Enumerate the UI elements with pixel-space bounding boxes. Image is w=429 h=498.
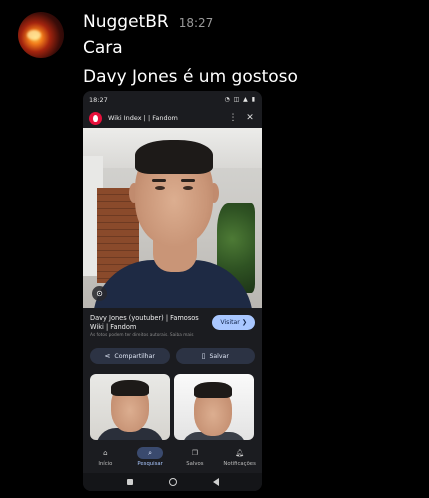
- nav-item-notifications[interactable]: 🔔︎ Notificações: [220, 447, 260, 467]
- nav-item-search[interactable]: ⌕ Pesquisar: [130, 447, 170, 467]
- copyright-note: As fotos podem ter direitos autorais. Sa…: [90, 333, 194, 338]
- browser-top-bar: Wiki Index | | Fandom ⋮ ✕: [83, 108, 262, 128]
- related-image-thumbnail[interactable]: [90, 374, 170, 440]
- nav-label: Notificações: [223, 461, 256, 467]
- share-label: Compartilhar: [114, 352, 155, 360]
- related-image-thumbnail[interactable]: [174, 374, 254, 440]
- home-button-icon[interactable]: [168, 478, 177, 486]
- photo-eyebrow: [152, 179, 166, 182]
- collections-icon: ❐: [191, 449, 199, 457]
- bell-icon: 🔔︎: [235, 449, 245, 457]
- back-icon[interactable]: [212, 478, 219, 486]
- search-result-photo[interactable]: ⊙: [83, 128, 262, 308]
- nav-item-saved[interactable]: ❐ Salvos: [175, 447, 215, 467]
- home-icon: ⌂: [103, 449, 108, 457]
- search-icon: ⌕: [137, 447, 164, 459]
- bookmark-icon: ▯: [201, 352, 206, 360]
- message-timestamp: 18:27: [178, 16, 214, 30]
- username[interactable]: NuggetBR: [83, 12, 169, 32]
- photo-eyebrow: [181, 179, 195, 182]
- save-label: Salvar: [209, 352, 229, 360]
- result-title[interactable]: Davy Jones (youtuber) | Famosos Wiki | F…: [90, 314, 210, 331]
- avatar-fire-image: [27, 30, 41, 40]
- message-text-line: Cara: [83, 38, 123, 58]
- nav-label: Salvos: [186, 461, 204, 467]
- screenshot-attachment[interactable]: 18:27 ◔ ◫ ▲ ▮ Wiki Index | | Fandom ⋮ ✕ …: [83, 91, 262, 491]
- close-icon[interactable]: ✕: [244, 113, 256, 123]
- result-card: Davy Jones (youtuber) | Famosos Wiki | F…: [83, 308, 262, 346]
- action-row: ⋖ Compartilhar ▯ Salvar: [83, 346, 262, 366]
- thumbnail-hair: [194, 382, 232, 398]
- system-navigation-bar: [83, 473, 262, 491]
- photo-eye: [155, 186, 165, 190]
- share-button[interactable]: ⋖ Compartilhar: [90, 348, 170, 364]
- related-images: [83, 366, 262, 440]
- phone-status-bar: 18:27 ◔ ◫ ▲ ▮: [83, 91, 262, 108]
- message-text-line: Davy Jones é um gostoso: [83, 67, 298, 87]
- visit-button[interactable]: Visitar ❯: [212, 315, 255, 330]
- photo-hair: [135, 140, 213, 174]
- thumbnail-hair: [111, 380, 149, 396]
- nav-item-home[interactable]: ⌂ Início: [85, 447, 125, 467]
- phone-status-time: 18:27: [89, 95, 108, 104]
- photo-eye: [183, 186, 193, 190]
- browser-page-title: Wiki Index | | Fandom: [108, 114, 178, 122]
- message-header: NuggetBR 18:27: [83, 12, 213, 32]
- nav-label: Início: [98, 461, 113, 467]
- fandom-logo-icon: [89, 111, 102, 125]
- share-icon: ⋖: [104, 352, 111, 360]
- lens-search-icon[interactable]: ⊙: [92, 286, 107, 301]
- more-options-icon[interactable]: ⋮: [228, 113, 238, 123]
- bottom-navigation: ⌂ Início ⌕ Pesquisar ❐ Salvos 🔔︎ Notific…: [83, 443, 262, 473]
- phone-status-icons: ◔ ◫ ▲ ▮: [224, 96, 256, 103]
- save-button[interactable]: ▯ Salvar: [175, 348, 255, 364]
- recents-icon[interactable]: [126, 479, 133, 485]
- user-avatar[interactable]: [18, 12, 64, 58]
- nav-label: Pesquisar: [137, 461, 163, 467]
